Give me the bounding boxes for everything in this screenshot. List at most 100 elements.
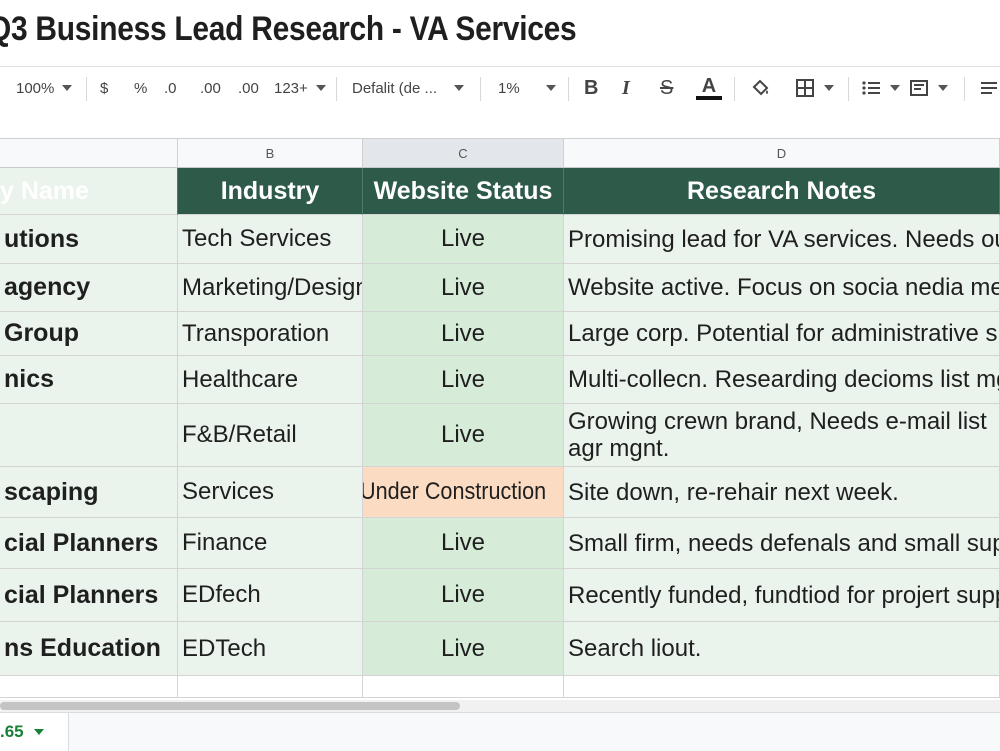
more-formats-select[interactable]: 123+ (274, 67, 326, 109)
column-header-d[interactable]: D (564, 138, 1000, 168)
website-status-cell[interactable]: Live (363, 264, 564, 312)
fill-color-button[interactable] (750, 67, 772, 109)
website-status-cell[interactable]: Live (363, 312, 564, 356)
header-industry[interactable]: Industry (178, 168, 363, 215)
empty-cell[interactable] (564, 676, 1000, 698)
bulleted-list-icon (862, 81, 880, 95)
toolbar-divider (336, 77, 337, 101)
header-website-status[interactable]: Website Status (363, 168, 564, 215)
website-status-text: Under Construction (363, 478, 546, 505)
industry-cell[interactable]: Services (178, 467, 363, 518)
horizontal-scrollbar[interactable] (0, 700, 1000, 712)
chevron-down-icon[interactable] (33, 729, 44, 735)
research-notes-cell[interactable]: Large corp. Potential for administrative… (564, 312, 1000, 356)
website-status-cell[interactable]: Live (363, 569, 564, 622)
sheet-tab[interactable]: .65 (0, 713, 69, 751)
font-size-select[interactable]: 1% (498, 67, 556, 109)
column-header-b[interactable]: B (178, 138, 363, 168)
table-row: agency Marketing/Design Live Website act… (0, 264, 1000, 312)
research-notes-cell[interactable]: Promising lead for VA services. Needs ou… (564, 215, 1000, 264)
chevron-down-icon (454, 85, 464, 91)
website-status-cell[interactable]: Live (363, 215, 564, 264)
website-status-cell[interactable]: Live (363, 518, 564, 569)
website-status-cell[interactable]: Under Construction (363, 467, 564, 518)
column-header-a[interactable] (0, 138, 178, 168)
chevron-down-icon (824, 85, 834, 91)
toolbar-divider (568, 77, 569, 101)
table-row: nics Healthcare Live Multi-collecn. Rese… (0, 356, 1000, 404)
empty-cell[interactable] (363, 676, 564, 698)
zoom-value: 100% (16, 79, 55, 97)
toolbar-divider (848, 77, 849, 101)
more-options-button[interactable] (978, 67, 1000, 109)
table-row: utions Tech Services Live Promising lead… (0, 215, 1000, 264)
document-title[interactable]: Q3 Business Lead Research - VA Services (0, 10, 577, 49)
toolbar-divider (964, 77, 965, 101)
borders-button[interactable] (794, 67, 834, 109)
strikethrough-button[interactable]: S (660, 67, 673, 109)
industry-cell[interactable]: Tech Services (178, 215, 363, 264)
decimal-format-button[interactable]: .00 (238, 67, 259, 109)
company-name-cell[interactable]: cial Planners (0, 569, 178, 622)
scrollbar-thumb[interactable] (0, 702, 460, 710)
research-notes-cell[interactable]: Growing crewn brand, Needs e-mail list a… (564, 404, 1000, 467)
company-name-cell[interactable] (0, 404, 178, 467)
research-notes-cell[interactable]: Small firm, needs defenals and small sup… (564, 518, 1000, 569)
currency-format-button[interactable]: $ (100, 67, 108, 109)
company-name-cell[interactable]: cial Planners (0, 518, 178, 569)
industry-cell[interactable]: Healthcare (178, 356, 363, 404)
chevron-down-icon (938, 85, 948, 91)
italic-button[interactable]: I (622, 67, 630, 109)
font-family-value: Defalit (de ... (352, 79, 438, 97)
increase-decimal-button[interactable]: .00 (200, 67, 221, 109)
toolbar-divider (86, 77, 87, 101)
company-name-cell[interactable]: utions (0, 215, 178, 264)
research-notes-cell[interactable]: Multi-collecn. Researding decioms list m… (564, 356, 1000, 404)
research-notes-cell[interactable]: Search liout. (564, 622, 1000, 676)
research-notes-cell[interactable]: Site down, re-rehair next week. (564, 467, 1000, 518)
list-format-button[interactable] (860, 67, 900, 109)
industry-cell[interactable]: EDfech (178, 569, 363, 622)
table-row: cial Planners EDfech Live Recently funde… (0, 569, 1000, 622)
chevron-down-icon (890, 85, 900, 91)
company-name-cell[interactable]: Group (0, 312, 178, 356)
formatting-toolbar: 100% $ % .0 .00 .00 123+ Defalit (de ...… (0, 66, 1000, 109)
empty-cell[interactable] (178, 676, 363, 698)
text-color-swatch (696, 96, 722, 100)
empty-cell[interactable] (0, 676, 178, 698)
industry-cell[interactable]: Finance (178, 518, 363, 569)
research-notes-cell[interactable]: Website active. Focus on socia nedia meg (564, 264, 1000, 312)
industry-cell[interactable]: F&B/Retail (178, 404, 363, 467)
font-family-select[interactable]: Defalit (de ... (352, 67, 464, 109)
industry-cell[interactable]: Transporation (178, 312, 363, 356)
company-name-cell[interactable]: ns Education (0, 622, 178, 676)
header-research-notes[interactable]: Research Notes (564, 168, 1000, 215)
paint-bucket-icon (752, 79, 769, 96)
align-icon (910, 80, 928, 96)
column-header-c[interactable]: C (363, 138, 564, 168)
zoom-select[interactable]: 100% (16, 67, 73, 109)
borders-icon (796, 79, 814, 97)
sheet-tab-label: .65 (0, 722, 24, 741)
company-name-cell[interactable]: nics (0, 356, 178, 404)
horizontal-align-icon (981, 82, 997, 94)
decrease-decimal-button[interactable]: .0 (164, 67, 177, 109)
company-name-cell[interactable]: scaping (0, 467, 178, 518)
industry-cell[interactable]: EDTech (178, 622, 363, 676)
table-row: ns Education EDTech Live Search liout. (0, 622, 1000, 676)
text-color-button[interactable]: A (696, 67, 722, 109)
website-status-cell[interactable]: Live (363, 622, 564, 676)
align-button[interactable] (908, 67, 948, 109)
percent-format-button[interactable]: % (134, 67, 147, 109)
website-status-cell[interactable]: Live (363, 404, 564, 467)
text-color-glyph: A (701, 75, 717, 97)
header-company-name[interactable]: y Name (0, 168, 178, 215)
table-header-row: y Name Industry Website Status Research … (0, 168, 1000, 215)
industry-cell[interactable]: Marketing/Design (178, 264, 363, 312)
company-name-cell[interactable]: agency (0, 264, 178, 312)
chevron-down-icon (315, 85, 326, 91)
bold-button[interactable]: B (584, 67, 598, 109)
more-formats-label: 123+ (274, 79, 308, 97)
research-notes-cell[interactable]: Recently funded, fundtiod for projert su… (564, 569, 1000, 622)
website-status-cell[interactable]: Live (363, 356, 564, 404)
